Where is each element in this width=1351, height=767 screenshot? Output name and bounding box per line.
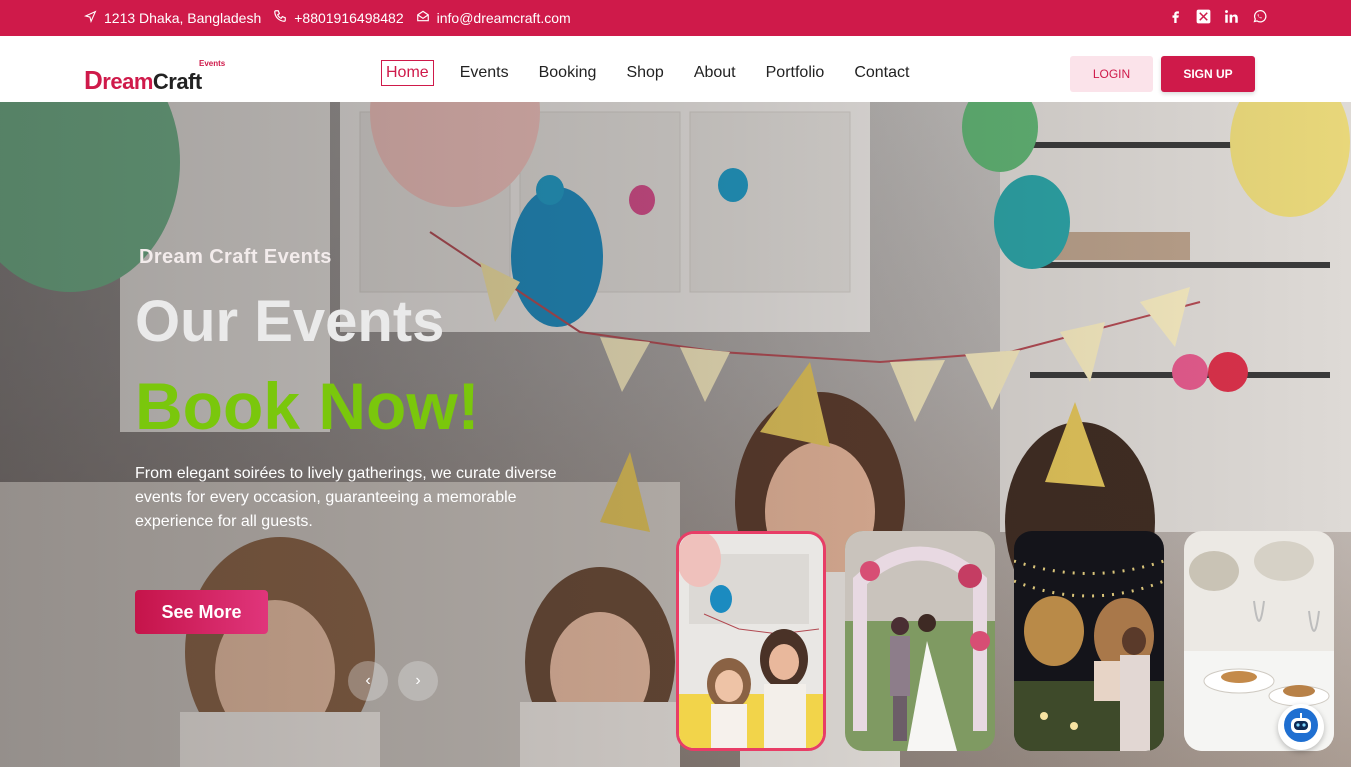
top-contact-bar: 1213 Dhaka, Bangladesh +8801916498482 in… [0, 0, 1351, 36]
envelope-open-icon [416, 9, 437, 26]
x-twitter-icon[interactable] [1196, 9, 1211, 24]
event-card-birthday[interactable] [676, 531, 826, 751]
address-item: 1213 Dhaka, Bangladesh [83, 9, 262, 26]
signup-button[interactable]: SIGN UP [1161, 56, 1255, 92]
nav-events[interactable]: Events [456, 61, 513, 85]
social-links [1156, 8, 1267, 24]
main-nav: Home Events Booking Shop About Portfolio… [381, 60, 935, 86]
hero-description: From elegant soirées to lively gathering… [135, 465, 557, 530]
logo-wordmark: D ream Craft [84, 65, 202, 96]
whatsapp-icon[interactable] [1252, 9, 1267, 24]
hero-title: Our Events [135, 289, 445, 354]
hero-highlight: Book Now! [135, 369, 480, 443]
event-card-night-party[interactable] [1014, 531, 1164, 751]
chatbot-button[interactable] [1278, 704, 1324, 750]
email-item[interactable]: info@dreamcraft.com [416, 9, 571, 26]
email-text[interactable]: info@dreamcraft.com [437, 10, 571, 26]
slider-next-button[interactable]: › [398, 661, 438, 701]
night-party-thumbnail-image [1014, 531, 1164, 751]
phone-text[interactable]: +8801916498482 [294, 10, 403, 26]
address-text: 1213 Dhaka, Bangladesh [104, 9, 262, 26]
contact-info: 1213 Dhaka, Bangladesh +8801916498482 in… [83, 9, 583, 26]
logo-text-ream: ream [102, 69, 153, 94]
dreamcraft-logo[interactable]: Events D ream Craft [84, 59, 229, 95]
phone-icon [273, 9, 294, 26]
wedding-thumbnail-image [845, 531, 995, 751]
nav-about[interactable]: About [690, 61, 740, 85]
logo-letter-d: D [84, 65, 103, 95]
nav-home[interactable]: Home [381, 60, 434, 86]
phone-item[interactable]: +8801916498482 [273, 9, 404, 26]
logo-text-craft: Craft [152, 69, 202, 94]
linkedin-icon[interactable] [1224, 9, 1239, 24]
nav-shop[interactable]: Shop [622, 61, 667, 85]
robot-icon [1283, 707, 1319, 748]
slider-prev-button[interactable]: ‹ [348, 661, 388, 701]
facebook-icon[interactable] [1169, 8, 1183, 24]
event-card-wedding[interactable] [845, 531, 995, 751]
birthday-thumbnail-image [679, 534, 823, 748]
hero-subtitle: Dream Craft Events [139, 246, 332, 268]
see-more-button[interactable]: See More [135, 590, 268, 634]
chevron-right-icon: › [415, 672, 421, 689]
location-arrow-icon [83, 10, 104, 26]
logo-events-tag: Events [199, 59, 226, 68]
nav-portfolio[interactable]: Portfolio [762, 61, 829, 85]
chevron-left-icon: ‹ [365, 672, 371, 689]
hero-banner: Dream Craft Events Our Events Book Now! … [0, 102, 1351, 767]
nav-booking[interactable]: Booking [535, 61, 601, 85]
nav-contact[interactable]: Contact [850, 61, 913, 85]
main-header: Events D ream Craft Home Events Booking … [0, 36, 1351, 102]
login-button[interactable]: LOGIN [1070, 56, 1153, 92]
